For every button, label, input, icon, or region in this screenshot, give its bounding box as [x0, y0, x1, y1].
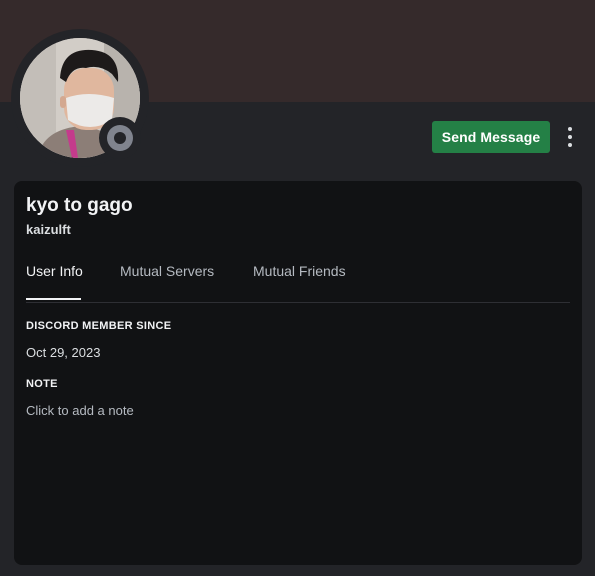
active-tab-indicator [26, 298, 81, 300]
more-options-icon[interactable] [560, 123, 580, 151]
profile-info-card: kyo to gago kaizulft User Info Mutual Se… [14, 181, 582, 565]
tab-mutual-friends[interactable]: Mutual Friends [253, 263, 346, 279]
username: kaizulft [26, 222, 71, 237]
note-input[interactable]: Click to add a note [26, 403, 134, 418]
tab-mutual-servers[interactable]: Mutual Servers [120, 263, 214, 279]
note-heading: NOTE [26, 378, 58, 390]
member-since-date: Oct 29, 2023 [26, 345, 101, 360]
offline-status-icon [107, 125, 133, 151]
tabs-divider [26, 302, 570, 303]
user-profile-modal: Send Message kyo to gago kaizulft User I… [0, 0, 595, 576]
member-since-heading: DISCORD MEMBER SINCE [26, 320, 172, 332]
tab-user-info[interactable]: User Info [26, 263, 83, 279]
display-name: kyo to gago [26, 195, 133, 216]
send-message-button[interactable]: Send Message [432, 121, 550, 153]
